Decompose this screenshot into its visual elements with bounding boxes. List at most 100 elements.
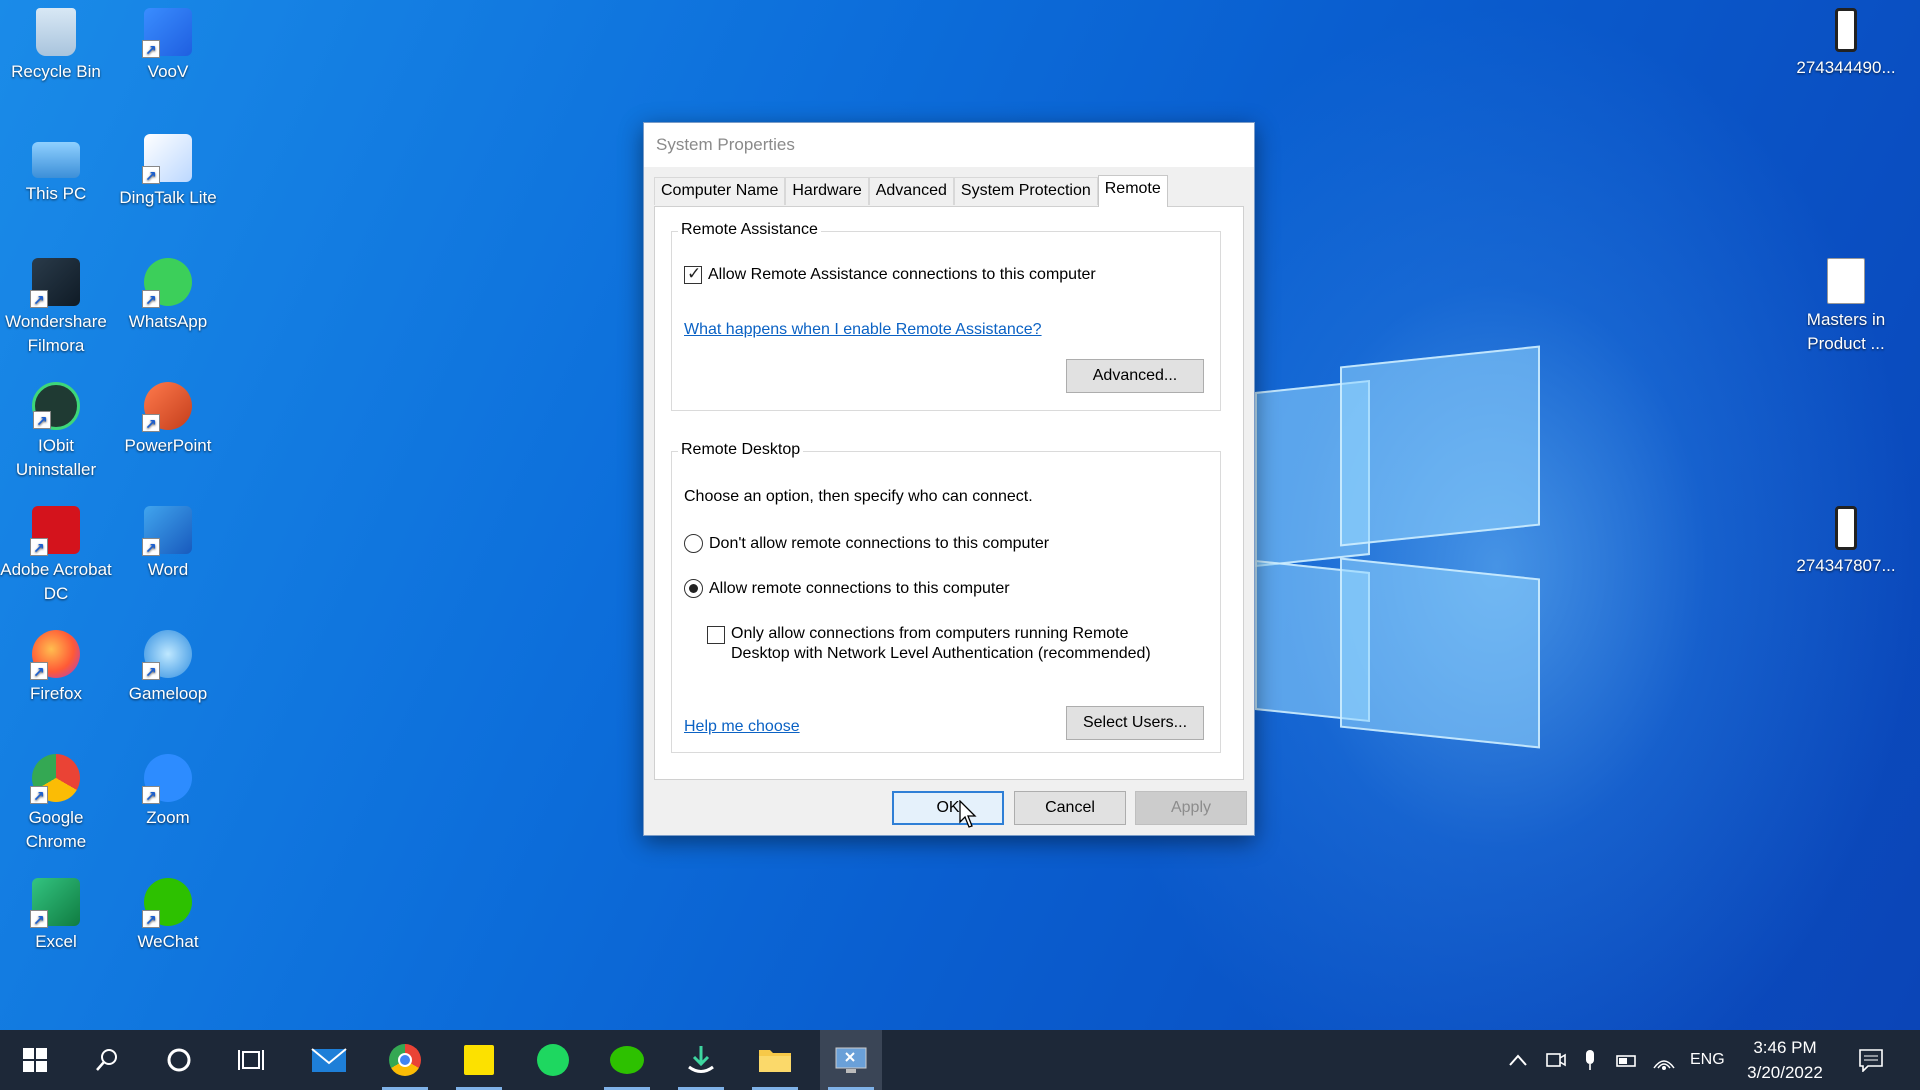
chrome-icon <box>389 1044 421 1076</box>
taskbar-filmora[interactable] <box>670 1030 732 1090</box>
nla-label: Only allow connections from computers ru… <box>731 624 1151 664</box>
allow-remote-assistance-checkbox[interactable] <box>684 264 702 284</box>
desktop-icon-word[interactable]: Word <box>112 506 224 582</box>
desktop-icon-adobe-acrobat-dc[interactable]: Adobe Acrobat DC <box>0 506 112 606</box>
system-properties-icon <box>835 1047 867 1073</box>
allow-remote-assistance-row[interactable]: Allow Remote Assistance connections to t… <box>684 264 1096 284</box>
gameloop-icon <box>142 630 192 684</box>
taskbar: ENG 3:46 PM 3/20/2022 <box>0 1030 1920 1090</box>
desktop-icon-firefox[interactable]: Firefox <box>0 630 112 706</box>
taskbar-spotify[interactable] <box>522 1030 584 1090</box>
computer-icon <box>32 142 80 178</box>
ok-button[interactable]: OK <box>892 791 1004 825</box>
chrome-icon <box>30 754 80 808</box>
desktop-icon-masters-in-product[interactable]: Masters in Product ... <box>1790 258 1902 356</box>
tray-meet-now[interactable] <box>1545 1030 1567 1090</box>
wechat-icon <box>142 878 192 932</box>
help-me-choose-link[interactable]: Help me choose <box>684 718 800 736</box>
desktop-icon-recycle-bin[interactable]: Recycle Bin <box>0 8 112 84</box>
desktop-icon-label: This PC <box>25 184 87 203</box>
desktop-icon-label: Excel <box>35 932 77 951</box>
tray-network[interactable] <box>1652 1030 1676 1090</box>
select-users-button[interactable]: Select Users... <box>1066 706 1204 740</box>
remote-assistance-help-link[interactable]: What happens when I enable Remote Assist… <box>684 321 1042 339</box>
iobit-icon <box>32 382 80 433</box>
mouse-cursor-icon <box>959 800 977 828</box>
wifi-icon <box>1653 1060 1675 1070</box>
desktop-icon-zoom[interactable]: Zoom <box>112 754 224 830</box>
dont-allow-remote-row[interactable]: Don't allow remote connections to this c… <box>684 534 1049 553</box>
remote-desktop-instruction: Choose an option, then specify who can c… <box>684 488 1033 505</box>
cancel-button[interactable]: Cancel <box>1014 791 1126 825</box>
microphone-icon <box>1586 1050 1594 1070</box>
desktop-icon-excel[interactable]: Excel <box>0 878 112 954</box>
taskbar-wechat[interactable] <box>596 1030 658 1090</box>
start-button[interactable] <box>4 1030 66 1090</box>
desktop-icon-powerpoint[interactable]: PowerPoint <box>112 382 224 458</box>
nla-checkbox[interactable] <box>707 626 725 644</box>
clock-time: 3:46 PM <box>1753 1038 1817 1057</box>
show-hidden-icons[interactable] <box>1508 1030 1528 1090</box>
tray-battery[interactable] <box>1614 1030 1638 1090</box>
desktop-icon-file-274347807[interactable]: 274347807... <box>1790 506 1902 578</box>
desktop-icon-label: Adobe Acrobat DC <box>0 560 112 603</box>
desktop-icon-label: WeChat <box>137 932 199 951</box>
taskbar-mail[interactable] <box>298 1030 360 1090</box>
desktop-icon-dingtalk-lite[interactable]: DingTalk Lite <box>112 134 224 210</box>
tab-computer-name[interactable]: Computer Name <box>654 177 786 205</box>
desktop-icon-gameloop[interactable]: Gameloop <box>112 630 224 706</box>
phone-image-file-icon <box>1835 8 1857 52</box>
acrobat-icon <box>30 506 80 560</box>
system-properties-dialog: System Properties Computer Name Hardware… <box>643 122 1255 836</box>
nla-label-line2: Desktop with Network Level Authenticatio… <box>731 645 1151 662</box>
dingtalk-icon <box>142 134 192 188</box>
tab-remote[interactable]: Remote <box>1097 175 1168 207</box>
cortana-button[interactable] <box>148 1030 210 1090</box>
nla-label-line1: Only allow connections from computers ru… <box>731 625 1129 642</box>
desktop-icon-voov[interactable]: VooV <box>112 8 224 84</box>
allow-remote-label: Allow remote connections to this compute… <box>709 579 1010 597</box>
desktop-icon-label: Zoom <box>146 808 190 827</box>
desktop-icon-wechat[interactable]: WeChat <box>112 878 224 954</box>
windows-start-icon <box>23 1048 47 1072</box>
allow-remote-row[interactable]: Allow remote connections to this compute… <box>684 579 1010 598</box>
desktop-icon-label: VooV <box>147 62 189 81</box>
desktop-icon-label: Google Chrome <box>25 808 87 851</box>
notification-icon <box>1859 1049 1883 1072</box>
apply-button[interactable]: Apply <box>1135 791 1247 825</box>
taskbar-file-explorer[interactable] <box>744 1030 806 1090</box>
desktop-icon-label: WhatsApp <box>128 312 208 331</box>
desktop-icon-label: 274347807... <box>1796 556 1896 575</box>
remote-assistance-group: Remote Assistance Allow Remote Assistanc… <box>671 221 1221 411</box>
desktop-icon-iobit-uninstaller[interactable]: IObit Uninstaller <box>0 382 112 482</box>
nla-row[interactable]: Only allow connections from computers ru… <box>707 624 1151 664</box>
desktop-icon-wondershare-filmora[interactable]: Wondershare Filmora <box>0 258 112 358</box>
desktop-icon-whatsapp[interactable]: WhatsApp <box>112 258 224 334</box>
allow-remote-assistance-label: Allow Remote Assistance connections to t… <box>708 266 1096 283</box>
tab-hardware[interactable]: Hardware <box>785 177 869 205</box>
spotify-icon <box>537 1044 569 1076</box>
tab-system-protection[interactable]: System Protection <box>953 177 1098 205</box>
dialog-title[interactable]: System Properties <box>644 123 1254 167</box>
desktop-icon-this-pc[interactable]: This PC <box>0 134 112 206</box>
desktop-icon-google-chrome[interactable]: Google Chrome <box>0 754 112 854</box>
action-center-button[interactable] <box>1858 1030 1884 1090</box>
taskbar-chrome[interactable] <box>374 1030 436 1090</box>
desktop-icon-file-274344490[interactable]: 274344490... <box>1790 8 1902 80</box>
taskbar-sticky-notes[interactable] <box>448 1030 510 1090</box>
tab-advanced[interactable]: Advanced <box>868 177 954 205</box>
tray-microphone[interactable] <box>1582 1030 1598 1090</box>
taskbar-system-properties[interactable] <box>820 1030 882 1090</box>
chevron-up-icon <box>1509 1054 1527 1066</box>
tray-clock[interactable]: 3:46 PM 3/20/2022 <box>1730 1035 1840 1085</box>
task-view-button[interactable] <box>220 1030 282 1090</box>
tray-language[interactable]: ENG <box>1690 1030 1725 1090</box>
desktop-icon-label: Gameloop <box>128 684 208 703</box>
pdf-file-icon <box>1827 258 1865 304</box>
allow-remote-radio[interactable] <box>684 579 703 598</box>
advanced-button[interactable]: Advanced... <box>1066 359 1204 393</box>
desktop-icon-label: DingTalk Lite <box>119 188 217 207</box>
dont-allow-remote-radio[interactable] <box>684 534 703 553</box>
search-button[interactable] <box>76 1030 138 1090</box>
powerpoint-icon <box>142 382 192 436</box>
